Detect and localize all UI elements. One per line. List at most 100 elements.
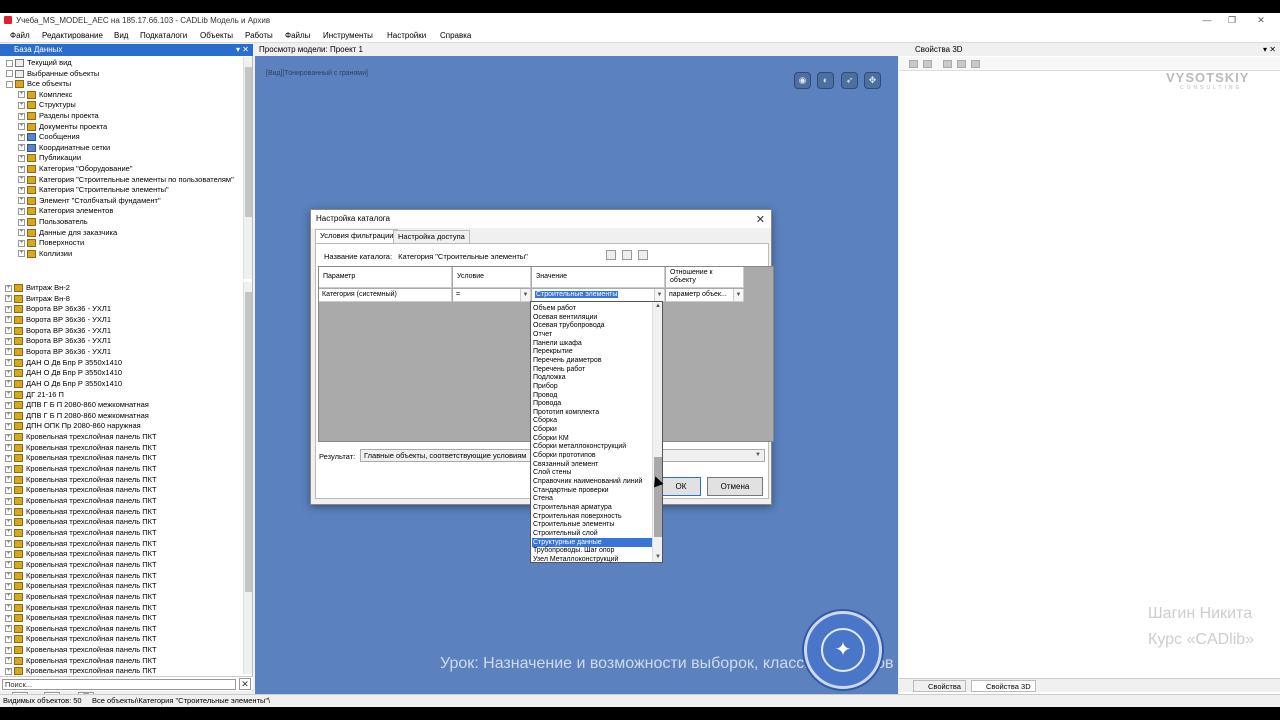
tree-expand-icon[interactable]: + — [18, 154, 25, 162]
tree-item[interactable]: + Категория "Оборудование" — [18, 164, 132, 174]
dialog-close-icon[interactable]: ✕ — [756, 213, 765, 226]
tree-expand-icon[interactable]: + — [5, 657, 12, 665]
tree-expand-icon[interactable]: + — [18, 239, 25, 247]
tree-expand-icon[interactable]: + — [18, 197, 25, 205]
dropdown-option[interactable]: Структурные данные — [532, 537, 652, 547]
tree-expand-icon[interactable]: + — [5, 465, 12, 473]
dropdown-option[interactable]: Осевая вентиляции — [532, 313, 652, 322]
tree-expand-icon[interactable]: + — [5, 348, 12, 356]
tree-expand-icon[interactable] — [6, 80, 13, 88]
dropdown-option[interactable]: Сборки прототипов — [532, 451, 652, 460]
tree-expand-icon[interactable]: + — [18, 91, 25, 99]
menu-objects[interactable]: Объекты — [200, 31, 233, 40]
tree-expand-icon[interactable]: + — [5, 508, 12, 516]
list-item[interactable]: + Кровельная трехслойная панель ПКТ — [5, 571, 157, 581]
tree-expand-icon[interactable]: + — [5, 625, 12, 633]
dropdown-option[interactable]: Строительные элементы — [532, 520, 652, 529]
tree-item[interactable]: + Структуры — [18, 100, 76, 110]
tree-expand-icon[interactable]: + — [5, 667, 12, 675]
copy-icon[interactable] — [909, 60, 918, 68]
tree-item[interactable]: + Документы проекта — [18, 122, 107, 132]
scroll-up-icon[interactable]: ▲ — [653, 302, 663, 311]
menu-settings[interactable]: Настройки — [387, 31, 426, 40]
ok-button[interactable]: ОК — [661, 477, 701, 496]
list-item[interactable]: + ДПВ Г Б П 2080-860 межкомнатная — [5, 411, 149, 421]
tree-scrollbar[interactable] — [243, 57, 252, 279]
tree-expand-icon[interactable]: + — [18, 165, 25, 173]
tab-properties-3d[interactable]: Свойства 3D — [971, 680, 1036, 692]
tree-expand-icon[interactable]: + — [18, 250, 25, 258]
tree-expand-icon[interactable]: + — [5, 359, 12, 367]
tree-item[interactable]: + Сообщения — [18, 132, 80, 142]
dropdown-option[interactable]: Перечень работ — [532, 365, 652, 374]
settings-icon[interactable] — [971, 60, 980, 68]
search-clear-icon[interactable]: ✕ — [239, 678, 251, 690]
list-item[interactable]: + Витраж Вн-8 — [5, 294, 70, 304]
tree-expand-icon[interactable]: + — [5, 561, 12, 569]
scroll-thumb[interactable] — [654, 457, 662, 537]
tree-expand-icon[interactable]: + — [18, 186, 25, 194]
view-pan-icon[interactable]: ✥ — [864, 72, 881, 89]
dropdown-option[interactable]: Осевая трубопровода — [532, 321, 652, 330]
menu-help[interactable]: Справка — [440, 31, 471, 40]
list-item[interactable]: + Кровельная трехслойная панель ПКТ — [5, 517, 157, 527]
list-item[interactable]: + Кровельная трехслойная панель ПКТ — [5, 496, 157, 506]
tree-item[interactable]: Все объекты — [6, 79, 71, 89]
dropdown-option[interactable]: Провода — [532, 399, 652, 408]
cell-relation[interactable]: параметр объек... ▼ — [666, 289, 744, 302]
tree-expand-icon[interactable]: + — [5, 646, 12, 654]
move-icon[interactable] — [943, 60, 952, 68]
list-item[interactable]: + Кровельная трехслойная панель ПКТ — [5, 666, 157, 676]
tree-expand-icon[interactable]: + — [18, 218, 25, 226]
dropdown-option[interactable]: Строительная поверхность — [532, 512, 652, 521]
tree-expand-icon[interactable]: + — [18, 101, 25, 109]
panel-pin-icon[interactable]: ▾ ✕ — [1263, 44, 1276, 56]
tree-expand-icon[interactable]: + — [5, 391, 12, 399]
tree-item[interactable]: + Публикации — [18, 153, 81, 163]
menu-view[interactable]: Вид — [114, 31, 128, 40]
search-input[interactable]: Поиск... — [2, 679, 236, 690]
dropdown-option[interactable]: Трубопроводы. Шаг опор — [532, 546, 652, 555]
menu-edit[interactable]: Редактирование — [42, 31, 103, 40]
tree-item[interactable]: + Координатные сетки — [18, 143, 110, 153]
cell-parameter[interactable]: Категория (системный) — [319, 289, 452, 302]
dropdown-option[interactable]: Сборка — [532, 416, 652, 425]
close-window-button[interactable]: ✕ — [1254, 14, 1268, 26]
tree-expand-icon[interactable]: + — [5, 401, 12, 409]
dropdown-option[interactable]: Перечень диаметров — [532, 356, 652, 365]
cancel-button[interactable]: Отмена — [707, 477, 763, 496]
tree-expand-icon[interactable]: + — [5, 444, 12, 452]
list-item[interactable]: + Ворота ВР 36х36 - УХЛ1 — [5, 304, 111, 314]
tree-expand-icon[interactable]: + — [5, 635, 12, 643]
list-item[interactable]: + Витраж Вн-2 — [5, 283, 70, 293]
dropdown-option[interactable]: Справочник наименований линий — [532, 477, 652, 486]
list-item[interactable]: + Ворота ВР 36х36 - УХЛ1 — [5, 326, 111, 336]
panel-pin-icon[interactable]: ▾ ✕ — [236, 44, 249, 56]
list-item[interactable]: + Кровельная трехслойная панель ПКТ — [5, 485, 157, 495]
list-item[interactable]: + ДАН О Дв Бпр Р 3550х1410 — [5, 358, 122, 368]
tree-expand-icon[interactable]: + — [18, 144, 25, 152]
add-condition-icon[interactable] — [606, 250, 616, 260]
view-fly-icon[interactable]: ➶ — [841, 72, 858, 89]
dropdown-option[interactable]: Слой стены — [532, 468, 652, 477]
clipboard-icon[interactable] — [638, 250, 648, 260]
list-item[interactable]: + Ворота ВР 36х36 - УХЛ1 — [5, 347, 111, 357]
dropdown-option[interactable]: Связанный элемент — [532, 460, 652, 469]
list-item[interactable]: + Кровельная трехслойная панель ПКТ — [5, 634, 157, 644]
dropdown-option[interactable]: Панели шкафа — [532, 339, 652, 348]
layers-icon[interactable] — [957, 60, 966, 68]
list-item[interactable]: + Кровельная трехслойная панель ПКТ — [5, 453, 157, 463]
dropdown-option[interactable]: Отчет — [532, 330, 652, 339]
list-item[interactable]: + Кровельная трехслойная панель ПКТ — [5, 656, 157, 666]
tab-filter-conditions[interactable]: Условия фильтрации — [315, 229, 399, 243]
list-item[interactable]: + ДГ 21-16 П — [5, 390, 64, 400]
tree-item[interactable]: + Пользователь — [18, 217, 88, 227]
tree-expand-icon[interactable]: + — [5, 422, 12, 430]
dropdown-option[interactable]: Сборки — [532, 425, 652, 434]
tree-expand-icon[interactable]: + — [5, 316, 12, 324]
view-eye-icon[interactable]: ◉ — [794, 72, 811, 89]
tree-item[interactable]: Текущий вид — [6, 58, 72, 68]
tree-item[interactable]: + Разделы проекта — [18, 111, 99, 121]
list-item[interactable]: + Кровельная трехслойная панель ПКТ — [5, 645, 157, 655]
tree-expand-icon[interactable]: + — [5, 369, 12, 377]
